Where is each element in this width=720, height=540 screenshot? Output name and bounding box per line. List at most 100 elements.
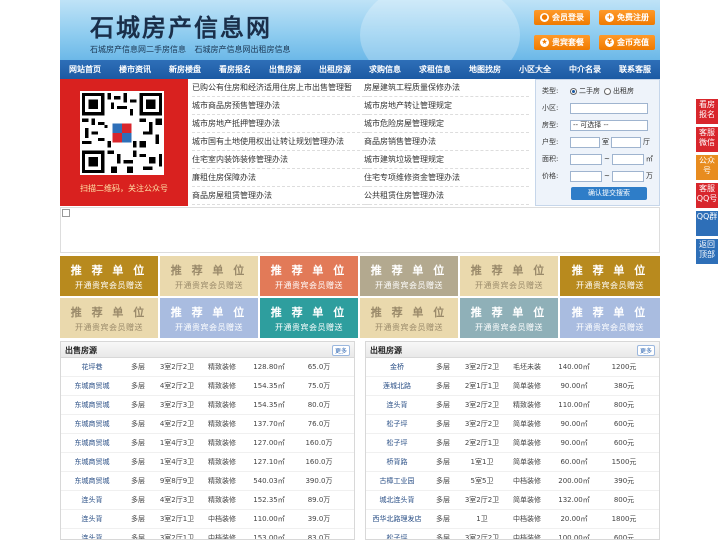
recommend-tile[interactable]: 推 荐 单 位开通贵宾会员赠送 [60, 298, 158, 338]
news-item[interactable]: 住宅室内装饰装修管理办法 [192, 151, 370, 169]
site-logo-title[interactable]: 石城房产信息网 [90, 8, 272, 43]
listing-community[interactable]: 金桥 [366, 362, 428, 372]
room-select[interactable] [570, 136, 600, 148]
listing-community[interactable]: 松子坪 [366, 438, 428, 448]
recommend-tile[interactable]: 推 荐 单 位开通贵宾会员赠送 [460, 298, 558, 338]
news-item[interactable]: 商品房屋租赁管理办法 [192, 187, 370, 205]
nav-wanted-buy[interactable]: 求购信息 [360, 60, 410, 79]
float-qq-group[interactable]: QQ群 [696, 211, 718, 236]
listing-row[interactable]: 花坪巷 多层 3室2厅2卫 精致装修 128.80㎡ 65.0万 [61, 358, 354, 377]
float-wechat-service[interactable]: 客服微信 [696, 127, 718, 152]
radio-rental[interactable] [604, 87, 611, 95]
listing-row[interactable]: 莲城北路 多层 2室1厅1卫 简单装修 90.00㎡ 380元 [366, 377, 659, 396]
listing-community[interactable]: 桥背路 [366, 457, 428, 467]
price-max-input[interactable] [611, 170, 644, 182]
listing-row[interactable]: 金桥 多层 3室2厅2卫 毛坯未装 140.00㎡ 1200元 [366, 358, 659, 377]
float-back-to-top[interactable]: 返回顶部 [696, 239, 718, 264]
listing-row[interactable]: 东城商贸城 多层 9室8厅9卫 精致装修 540.03㎡ 390.0万 [61, 472, 354, 491]
nav-home[interactable]: 网站首页 [60, 60, 110, 79]
listing-row[interactable]: 东城商贸城 多层 3室2厅3卫 精致装修 154.35㎡ 80.0万 [61, 396, 354, 415]
listing-community[interactable]: 连头背 [61, 495, 123, 505]
nav-viewing-signup[interactable]: 看房报名 [210, 60, 260, 79]
listing-row[interactable]: 松子坪 多层 2室2厅1卫 简单装修 90.00㎡ 600元 [366, 434, 659, 453]
vip-package-button[interactable]: ★ 贵宾套餐 [534, 35, 590, 50]
listing-community[interactable]: 松子坪 [366, 533, 428, 539]
news-item[interactable]: 城市房地产转让管理规定 [364, 97, 529, 115]
hall-select[interactable] [611, 136, 641, 148]
nav-for-sale[interactable]: 出售房源 [260, 60, 310, 79]
news-item[interactable]: 城市建筑垃圾管理规定 [364, 151, 529, 169]
listing-community[interactable]: 松子坪 [366, 419, 428, 429]
news-item[interactable]: 公共租赁住房管理办法 [364, 187, 529, 205]
listing-row[interactable]: 连头背 多层 3室2厅1卫 中档装修 153.00㎡ 83.0万 [61, 529, 354, 539]
ad-banner[interactable] [60, 207, 660, 253]
nav-communities[interactable]: 小区大全 [510, 60, 560, 79]
listing-community[interactable]: 城北连头背 [366, 495, 428, 505]
listing-community[interactable]: 东城商贸城 [61, 457, 123, 467]
nav-contact[interactable]: 联系客服 [610, 60, 660, 79]
listing-community[interactable]: 连头背 [61, 533, 123, 539]
login-button[interactable]: ● 会员登录 [534, 10, 590, 25]
recommend-tile[interactable]: 推 荐 单 位开通贵宾会员赠送 [160, 256, 258, 296]
listing-row[interactable]: 东城商贸城 多层 4室2厅2卫 精致装修 137.70㎡ 76.0万 [61, 415, 354, 434]
listing-row[interactable]: 连头背 多层 4室2厅3卫 精致装修 152.35㎡ 89.0万 [61, 491, 354, 510]
listing-community[interactable]: 西华北路理发店 [366, 514, 428, 524]
news-item[interactable]: 已购公有住房和经济适用住房上市出售管理暂 [192, 79, 370, 97]
nav-map-search[interactable]: 地图找房 [460, 60, 510, 79]
subtitle-rent[interactable]: 石城房产信息网出租房信息 [195, 45, 291, 54]
recommend-tile[interactable]: 推 荐 单 位开通贵宾会员赠送 [260, 298, 358, 338]
listing-community[interactable]: 莲城北路 [366, 381, 428, 391]
listing-community[interactable]: 花坪巷 [61, 362, 123, 372]
listing-community[interactable]: 东城商贸城 [61, 476, 123, 486]
register-button[interactable]: + 免费注册 [599, 10, 655, 25]
nav-wanted-rent[interactable]: 求租信息 [410, 60, 460, 79]
nav-for-rent[interactable]: 出租房源 [310, 60, 360, 79]
float-viewing-signup[interactable]: 看房报名 [696, 99, 718, 124]
recommend-tile[interactable]: 推 荐 单 位开通贵宾会员赠送 [260, 256, 358, 296]
rent-more-button[interactable]: 更多 [636, 345, 655, 356]
listing-row[interactable]: 连头背 多层 3室2厅1卫 中档装修 110.00㎡ 39.0万 [61, 510, 354, 529]
recommend-tile[interactable]: 推 荐 单 位开通贵宾会员赠送 [160, 298, 258, 338]
nav-news[interactable]: 楼市资讯 [110, 60, 160, 79]
listing-community[interactable]: 东城商贸城 [61, 400, 123, 410]
listing-row[interactable]: 东城商贸城 多层 4室2厅2卫 精致装修 154.35㎡ 75.0万 [61, 377, 354, 396]
listing-community[interactable]: 连头背 [61, 514, 123, 524]
community-input[interactable] [570, 102, 648, 114]
radio-second-hand[interactable] [570, 87, 577, 95]
float-official-account[interactable]: 公众号 [696, 155, 718, 180]
recommend-tile[interactable]: 推 荐 单 位开通贵宾会员赠送 [460, 256, 558, 296]
news-item[interactable]: 城市房地产抵押管理办法 [192, 115, 370, 133]
news-item[interactable]: 房屋建筑工程质量保修办法 [364, 79, 529, 97]
listing-community[interactable]: 东城商贸城 [61, 419, 123, 429]
listing-community[interactable]: 东城商贸城 [61, 438, 123, 448]
listing-row[interactable]: 古樟工业园 多层 5室5卫 中档装修 200.00㎡ 390元 [366, 472, 659, 491]
listing-community[interactable]: 古樟工业园 [366, 476, 428, 486]
area-max-input[interactable] [611, 153, 644, 165]
listing-row[interactable]: 城北连头背 多层 3室2厅2卫 简单装修 132.00㎡ 800元 [366, 491, 659, 510]
listing-row[interactable]: 东城商贸城 多层 1室4厅3卫 精致装修 127.00㎡ 160.0万 [61, 434, 354, 453]
nav-agents[interactable]: 中介名录 [560, 60, 610, 79]
news-item[interactable]: 城市危险房屋管理规定 [364, 115, 529, 133]
listing-row[interactable]: 东城商贸城 多层 1室4厅3卫 精致装修 127.10㎡ 160.0万 [61, 453, 354, 472]
listing-row[interactable]: 连头背 多层 3室2厅2卫 精致装修 110.00㎡ 800元 [366, 396, 659, 415]
price-min-input[interactable] [570, 170, 602, 182]
news-item[interactable]: 城市商品房预售管理办法 [192, 97, 370, 115]
nav-new-homes[interactable]: 新房楼盘 [160, 60, 210, 79]
recommend-tile[interactable]: 推 荐 单 位开通贵宾会员赠送 [360, 256, 458, 296]
coin-recharge-button[interactable]: ¥ 金币充值 [599, 35, 655, 50]
search-submit-button[interactable]: 确认提交搜索 [571, 187, 647, 200]
listing-row[interactable]: 松子坪 多层 3室2厅2卫 简单装修 90.00㎡ 600元 [366, 415, 659, 434]
house-type-select[interactable]: -- 可选择 -- [570, 119, 648, 131]
news-item[interactable]: 廉租住房保障办法 [192, 169, 370, 187]
listing-row[interactable]: 桥背路 多层 1室1卫 简单装修 60.00㎡ 1500元 [366, 453, 659, 472]
recommend-tile[interactable]: 推 荐 单 位开通贵宾会员赠送 [60, 256, 158, 296]
recommend-tile[interactable]: 推 荐 单 位开通贵宾会员赠送 [560, 298, 660, 338]
area-min-input[interactable] [570, 153, 602, 165]
listing-row[interactable]: 松子坪 多层 3室2厅2卫 中档装修 100.00㎡ 600元 [366, 529, 659, 539]
news-item[interactable]: 住宅专项维修资金管理办法 [364, 169, 529, 187]
recommend-tile[interactable]: 推 荐 单 位开通贵宾会员赠送 [560, 256, 660, 296]
listing-row[interactable]: 西华北路理发店 多层 1卫 中档装修 20.00㎡ 1800元 [366, 510, 659, 529]
listing-community[interactable]: 东城商贸城 [61, 381, 123, 391]
recommend-tile[interactable]: 推 荐 单 位开通贵宾会员赠送 [360, 298, 458, 338]
subtitle-sale[interactable]: 石城房产信息网二手房信息 [90, 45, 186, 54]
